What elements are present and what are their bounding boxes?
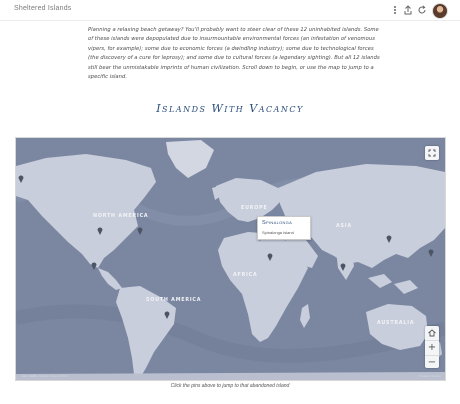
site-title[interactable]: Sheltered Islands [14,5,72,12]
island-pin[interactable] [137,226,143,235]
islands-map[interactable]: NORTH AMERICA SOUTH AMERICA EUROPE AFRIC… [15,137,446,381]
island-pin[interactable] [428,248,434,257]
label-north-america: NORTH AMERICA [93,214,149,219]
avatar[interactable] [432,3,448,19]
tooltip-island-name: Spinalonga [262,220,293,226]
top-bar: Sheltered Islands [0,0,460,21]
island-pin[interactable] [164,310,170,319]
island-tooltip[interactable]: Spinalonga Spinalonga Island [257,216,311,240]
home-button[interactable] [425,326,439,340]
zoom-in-button[interactable]: + [425,340,439,355]
fullscreen-button[interactable] [425,146,439,160]
map-attribution: Esri, HERE, Garmin, NGA, USGS [22,374,68,378]
intro-paragraph: Planning a relaxing beach getaway? You'l… [88,27,380,81]
label-australia: AUSTRALIA [377,321,415,326]
zoom-out-button[interactable]: − [425,355,439,370]
island-pin[interactable] [91,261,97,270]
island-pin[interactable] [97,226,103,235]
island-pin[interactable] [267,252,273,261]
kebab-menu-icon[interactable] [389,4,401,16]
section-heading: Islands With Vacancy [156,102,304,115]
label-europe: EUROPE [241,206,268,211]
map-caption: Click the pins above to jump to that aba… [170,383,290,389]
label-south-america: SOUTH AMERICA [146,298,202,303]
label-africa: AFRICA [233,273,258,278]
refresh-icon[interactable] [416,4,428,16]
tooltip-island-subtitle: Spinalonga Island [262,230,294,235]
zoom-control: + − [425,326,439,368]
share-icon[interactable] [402,4,414,16]
fullscreen-icon [428,149,436,157]
label-asia: ASIA [336,224,352,229]
island-pin[interactable] [18,174,24,183]
island-pin[interactable] [386,234,392,243]
map-powered-by[interactable]: Powered by Esri [419,374,441,378]
island-pin[interactable] [340,262,346,271]
home-icon [428,329,436,337]
world-map-graphic [16,138,445,380]
